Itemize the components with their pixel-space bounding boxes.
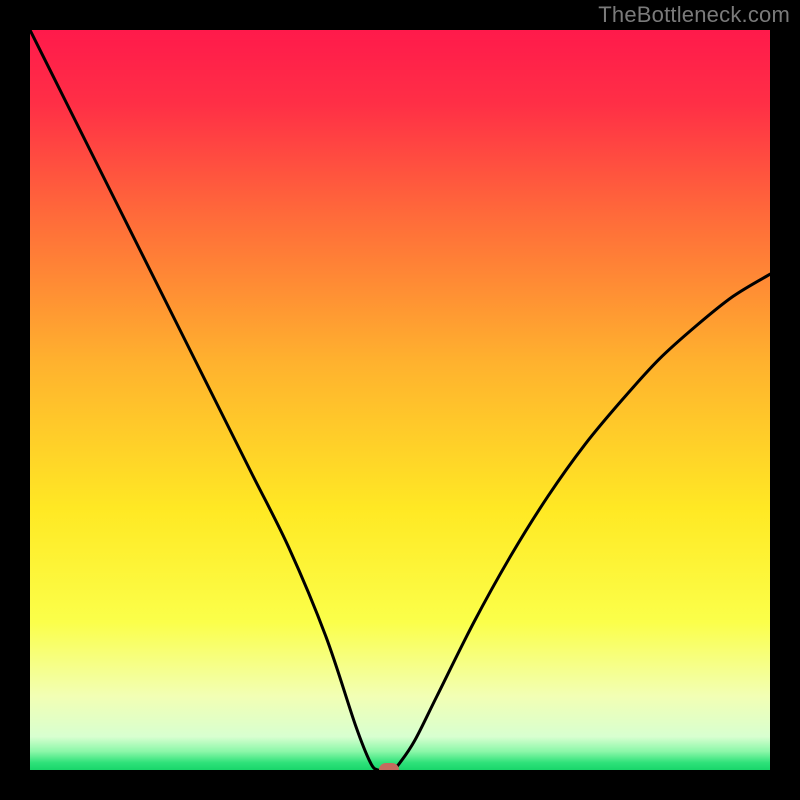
chart-frame: TheBottleneck.com xyxy=(0,0,800,800)
optimal-point-marker xyxy=(379,763,399,770)
plot-svg xyxy=(30,30,770,770)
plot-area xyxy=(30,30,770,770)
watermark-text: TheBottleneck.com xyxy=(598,2,790,28)
gradient-background xyxy=(30,30,770,770)
